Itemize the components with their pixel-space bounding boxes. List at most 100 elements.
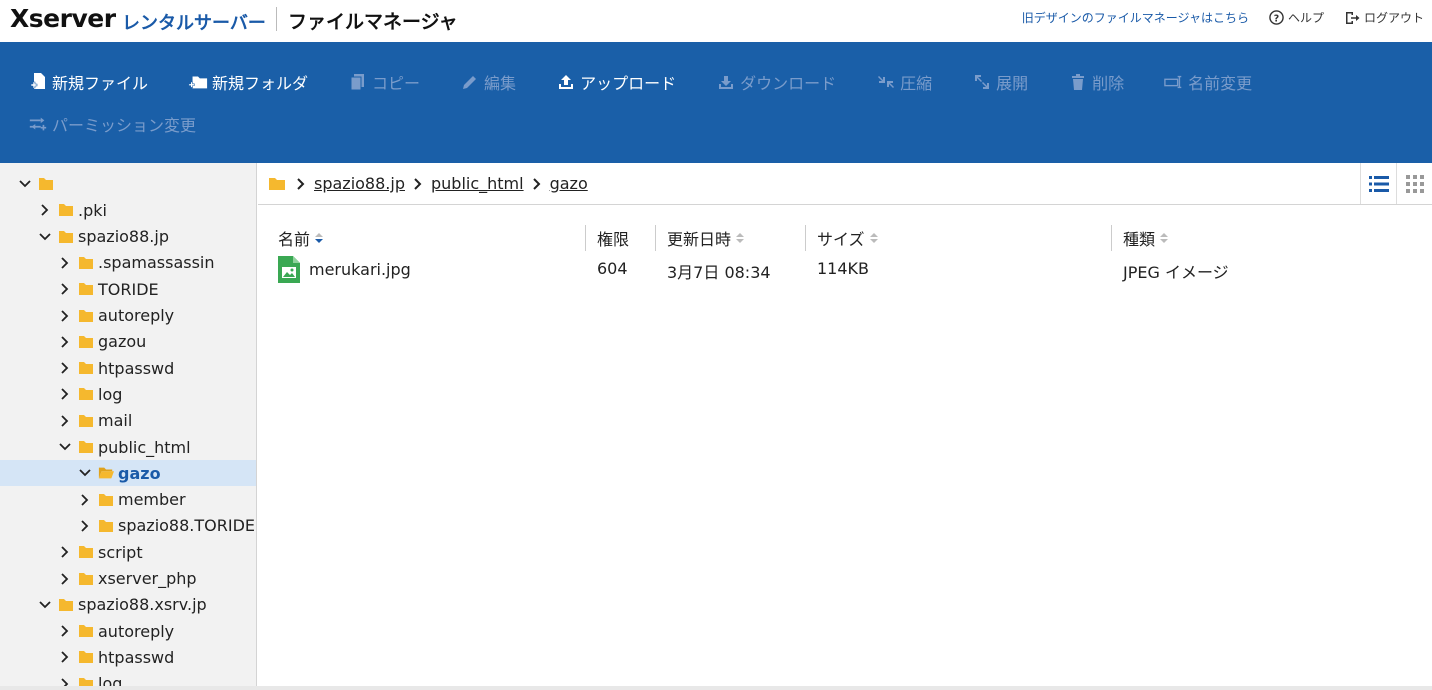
chevron-right-icon[interactable] xyxy=(78,493,92,507)
tree-item[interactable]: htpasswd xyxy=(0,644,256,670)
column-divider[interactable] xyxy=(585,225,586,251)
breadcrumb-item-domain[interactable]: spazio88.jp xyxy=(314,174,405,193)
xserver-logo[interactable]: Xserver xyxy=(10,4,116,33)
tree-item-label: htpasswd xyxy=(98,358,175,378)
chevron-down-icon[interactable] xyxy=(38,230,52,244)
help-label: ヘルプ xyxy=(1287,11,1324,25)
tree-item-label: spazio88.xsrv.jp xyxy=(78,595,207,615)
permission-button[interactable]: パーミッション変更 xyxy=(28,112,196,136)
download-button[interactable]: ダウンロード xyxy=(716,70,836,94)
column-divider[interactable] xyxy=(655,225,656,251)
rename-icon xyxy=(1164,72,1184,92)
chevron-right-icon xyxy=(532,177,542,190)
help-link[interactable]: ? ヘルプ xyxy=(1269,9,1324,26)
tree-item[interactable]: .pki xyxy=(0,197,256,223)
column-header-name[interactable]: 名前 xyxy=(278,226,324,250)
edit-button[interactable]: 編集 xyxy=(460,70,516,94)
column-header-size[interactable]: サイズ xyxy=(817,226,879,250)
tree-item[interactable]: public_html xyxy=(0,434,256,460)
column-header-type[interactable]: 種類 xyxy=(1123,226,1169,250)
chevron-down-icon[interactable] xyxy=(78,466,92,480)
file-size: 114KB xyxy=(817,259,870,278)
tree-item[interactable]: script xyxy=(0,539,256,565)
tree-item[interactable]: autoreply xyxy=(0,303,256,329)
grid-view-button[interactable] xyxy=(1396,163,1432,204)
svg-text:?: ? xyxy=(1274,13,1279,24)
folder-icon xyxy=(78,650,94,664)
copy-button[interactable]: コピー xyxy=(348,70,420,94)
breadcrumb-item-gazo[interactable]: gazo xyxy=(550,174,588,193)
tree-item[interactable]: spazio88.xsrv.jp xyxy=(0,592,256,618)
column-name-label: 名前 xyxy=(278,230,311,249)
folder-icon xyxy=(78,572,94,586)
file-modified: 3月7日 08:34 xyxy=(667,263,771,282)
folder-icon xyxy=(78,361,94,375)
tree-item-label: .pki xyxy=(78,200,107,220)
action-toolbar: 新規ファイル 新規フォルダ コピー 編集 アップロード ダウンロード 圧縮 展開… xyxy=(0,42,1432,163)
tree-item[interactable]: htpasswd xyxy=(0,355,256,381)
file-name-cell[interactable]: merukari.jpg xyxy=(278,256,411,283)
folder-icon xyxy=(58,203,74,217)
tree-item[interactable]: gazo xyxy=(0,460,256,487)
chevron-down-icon[interactable] xyxy=(18,177,32,191)
tree-item[interactable]: xserver_php xyxy=(0,566,256,592)
compress-button[interactable]: 圧縮 xyxy=(876,70,932,94)
upload-label: アップロード xyxy=(580,74,677,93)
column-divider[interactable] xyxy=(805,225,806,251)
tree-item[interactable]: gazou xyxy=(0,329,256,355)
column-size-label: サイズ xyxy=(817,230,865,249)
list-view-icon xyxy=(1368,175,1389,192)
column-divider[interactable] xyxy=(1111,225,1112,251)
new-file-button[interactable]: 新規ファイル xyxy=(28,70,148,94)
expand-icon xyxy=(972,72,992,92)
tree-item[interactable]: spazio88.TORIDE xyxy=(0,513,256,539)
app-title: ファイルマネージャ xyxy=(288,11,458,33)
chevron-down-icon[interactable] xyxy=(58,440,72,454)
chevron-right-icon[interactable] xyxy=(58,545,72,559)
chevron-right-icon[interactable] xyxy=(58,361,72,375)
chevron-down-icon[interactable] xyxy=(38,598,52,612)
chevron-right-icon[interactable] xyxy=(58,650,72,664)
extract-button[interactable]: 展開 xyxy=(972,70,1028,94)
chevron-right-icon[interactable] xyxy=(58,387,72,401)
delete-button[interactable]: 削除 xyxy=(1068,70,1124,94)
chevron-right-icon[interactable] xyxy=(58,282,72,296)
upload-button[interactable]: アップロード xyxy=(556,70,676,94)
tree-item-label: spazio88.TORIDE xyxy=(118,516,256,536)
tree-item[interactable]: log xyxy=(0,381,256,407)
tree-item[interactable]: spazio88.jp xyxy=(0,224,256,250)
delete-label: 削除 xyxy=(1092,74,1125,93)
bottom-border xyxy=(0,686,1432,690)
chevron-right-icon[interactable] xyxy=(58,572,72,586)
column-header-permission[interactable]: 権限 xyxy=(597,226,629,250)
root-folder-icon[interactable] xyxy=(268,176,286,191)
permission-label: パーミッション変更 xyxy=(52,116,197,135)
chevron-right-icon[interactable] xyxy=(58,624,72,638)
chevron-right-icon[interactable] xyxy=(58,256,72,270)
old-design-link[interactable]: 旧デザインのファイルマネージャはこちら xyxy=(1022,9,1249,26)
breadcrumb: spazio88.jp public_html gazo xyxy=(258,163,1432,205)
tree-item-label: autoreply xyxy=(98,621,175,641)
chevron-right-icon[interactable] xyxy=(58,309,72,323)
tree-item[interactable] xyxy=(0,171,256,197)
tree-item[interactable]: .spamassassin xyxy=(0,250,256,276)
tree-item[interactable]: mail xyxy=(0,408,256,434)
folder-icon xyxy=(78,440,94,454)
tree-item[interactable]: member xyxy=(0,487,256,513)
chevron-right-icon[interactable] xyxy=(38,203,52,217)
new-file-label: 新規ファイル xyxy=(52,74,149,93)
chevron-right-icon[interactable] xyxy=(58,414,72,428)
column-header-modified[interactable]: 更新日時 xyxy=(667,226,745,250)
compress-icon xyxy=(876,72,896,92)
tree-item[interactable]: TORIDE xyxy=(0,276,256,302)
chevron-right-icon[interactable] xyxy=(78,519,92,533)
breadcrumb-item-public-html[interactable]: public_html xyxy=(431,174,524,193)
tree-item[interactable]: autoreply xyxy=(0,618,256,644)
chevron-right-icon xyxy=(413,177,423,190)
rename-button[interactable]: 名前変更 xyxy=(1164,70,1252,94)
new-folder-button[interactable]: 新規フォルダ xyxy=(188,70,308,94)
chevron-right-icon[interactable] xyxy=(58,335,72,349)
list-view-button[interactable] xyxy=(1360,163,1396,204)
edit-label: 編集 xyxy=(484,74,517,93)
logout-link[interactable]: ログアウト xyxy=(1344,9,1424,26)
